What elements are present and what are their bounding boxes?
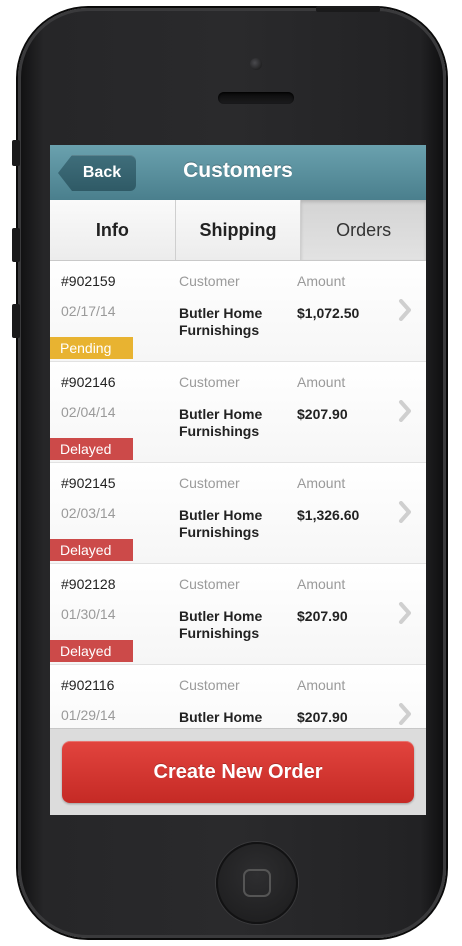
order-amount: $207.90 — [297, 709, 348, 725]
status-badge: Delayed — [50, 640, 133, 662]
order-id: #902128 — [61, 576, 116, 592]
customer-label: Customer — [179, 576, 240, 592]
power-button — [316, 6, 380, 12]
amount-label: Amount — [297, 677, 346, 693]
amount-label: Amount — [297, 374, 346, 390]
app-screen: Back Customers Info Shipping Orders #902… — [50, 145, 426, 815]
amount-label: Amount — [297, 273, 346, 289]
customer-name: Butler Home Furnishings — [179, 406, 263, 439]
home-button-icon — [243, 869, 271, 897]
segmented-tabs: Info Shipping Orders — [50, 200, 426, 261]
customer-label: Customer — [179, 273, 240, 289]
volume-down-button — [12, 304, 20, 338]
order-id: #902146 — [61, 374, 116, 390]
order-row[interactable]: #902159 02/17/14 Customer Amount Butler … — [50, 261, 426, 362]
amount-label: Amount — [297, 576, 346, 592]
status-badge: Delayed — [50, 438, 133, 460]
volume-up-button — [12, 228, 20, 262]
order-id: #902159 — [61, 273, 116, 289]
tab-shipping[interactable]: Shipping — [175, 200, 302, 260]
order-row[interactable]: #902145 02/03/14 Customer Amount Butler … — [50, 463, 426, 564]
order-amount: $1,072.50 — [297, 305, 360, 321]
order-date: 02/03/14 — [61, 505, 116, 521]
order-date: 01/30/14 — [61, 606, 116, 622]
order-amount: $207.90 — [297, 608, 348, 624]
navigation-bar: Back Customers — [50, 145, 426, 201]
customer-name: Butler Home Furnishings — [179, 709, 263, 728]
order-amount: $1,326.60 — [297, 507, 360, 523]
customer-name: Butler Home Furnishings — [179, 608, 263, 641]
chevron-right-icon — [399, 501, 411, 523]
status-badge: Pending — [50, 337, 133, 359]
speaker-grille — [218, 92, 294, 104]
order-date: 01/29/14 — [61, 707, 116, 723]
orders-list: #902159 02/17/14 Customer Amount Butler … — [50, 261, 426, 728]
home-button[interactable] — [216, 842, 298, 924]
chevron-right-icon — [399, 703, 411, 725]
order-date: 02/17/14 — [61, 303, 116, 319]
page-title: Customers — [183, 159, 293, 182]
tab-info[interactable]: Info — [50, 200, 176, 260]
order-row[interactable]: #902116 01/29/14 Customer Amount Butler … — [50, 665, 426, 728]
order-row[interactable]: #902128 01/30/14 Customer Amount Butler … — [50, 564, 426, 665]
create-new-order-button[interactable]: Create New Order — [62, 741, 414, 803]
chevron-right-icon — [399, 299, 411, 321]
chevron-right-icon — [399, 602, 411, 624]
order-amount: $207.90 — [297, 406, 348, 422]
order-id: #902145 — [61, 475, 116, 491]
status-badge: Delayed — [50, 539, 133, 561]
order-id: #902116 — [61, 677, 115, 693]
customer-label: Customer — [179, 374, 240, 390]
tab-orders[interactable]: Orders — [301, 200, 426, 260]
camera-icon — [250, 58, 262, 70]
amount-label: Amount — [297, 475, 346, 491]
mute-switch — [12, 140, 20, 166]
order-row[interactable]: #902146 02/04/14 Customer Amount Butler … — [50, 362, 426, 463]
order-date: 02/04/14 — [61, 404, 116, 420]
customer-name: Butler Home Furnishings — [179, 305, 263, 338]
footer-bar: Create New Order — [50, 728, 426, 815]
customer-label: Customer — [179, 475, 240, 491]
chevron-right-icon — [399, 400, 411, 422]
customer-label: Customer — [179, 677, 240, 693]
customer-name: Butler Home Furnishings — [179, 507, 263, 540]
